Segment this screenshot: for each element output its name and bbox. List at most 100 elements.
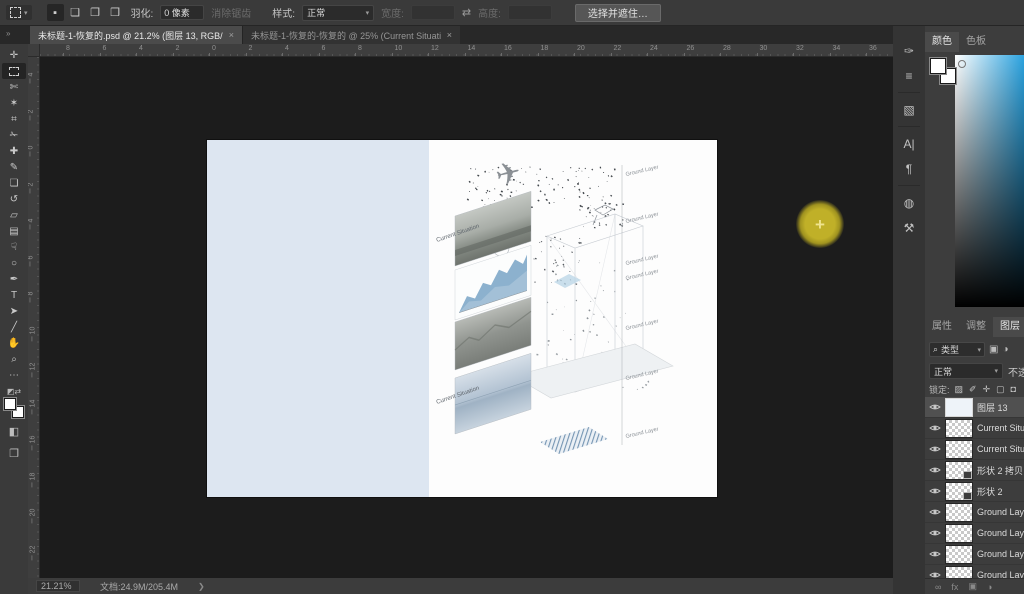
tool-hand[interactable]: ✋ [2,335,26,351]
status-chevron-icon[interactable]: ❯ [198,582,205,591]
layer-row[interactable]: Current Situation [925,439,1024,460]
layer-row[interactable]: Current Situation [925,418,1024,439]
tool-eraser[interactable]: ▱ [2,207,26,223]
lock-icon[interactable]: ◘ [1011,384,1016,395]
zoom-level-field[interactable]: 21.21% [36,580,80,592]
lock-icon[interactable]: ✐ [969,384,977,395]
layer-row[interactable]: 图层 13 [925,397,1024,418]
layer-thumbnail[interactable] [946,567,972,579]
visibility-eye-icon[interactable] [929,403,941,411]
tool-type[interactable]: T [2,287,26,303]
document-canvas[interactable]: ✈ [207,140,717,497]
style-select[interactable]: 正常 ▾ [302,5,374,21]
document-tab[interactable]: 未标题-1-恢复的-恢复的 @ 25% (Current Situation, … [242,26,460,44]
foreground-color-swatch[interactable] [930,58,946,74]
layer-thumbnail[interactable] [946,441,972,458]
tab-layers[interactable]: 图层 [993,317,1024,337]
visibility-eye-icon[interactable] [929,508,941,516]
quick-mask-button[interactable]: ◧ [2,422,26,440]
tool-history-brush[interactable]: ↺ [2,191,26,207]
lock-icon[interactable]: ▨ [955,384,964,395]
visibility-eye-icon[interactable] [929,445,941,453]
layer-thumbnail[interactable] [946,483,972,500]
vertical-ruler[interactable]: 420246810121416182022 [28,57,40,578]
tool-path-selection[interactable]: ➤ [2,303,26,319]
tool-pen[interactable]: ✒ [2,271,26,287]
paragraph-panel-icon[interactable]: ¶ [896,156,922,181]
visibility-eye-icon[interactable] [929,529,941,537]
tool-preset-dropdown[interactable]: ▾ [6,5,32,20]
selection-mode-icon[interactable]: ❏ [67,4,84,21]
document-tab[interactable]: 未标题-1-恢复的.psd @ 21.2% (图层 13, RGB/8) *× [30,26,242,44]
layer-thumbnail[interactable] [946,420,972,437]
tool-edit-toolbar[interactable]: ⋯ [2,367,26,383]
tool-move[interactable]: ✛ [2,47,26,63]
brushes-icon[interactable]: ≡ [896,63,922,88]
visibility-eye-icon[interactable] [929,487,941,495]
visibility-eye-icon[interactable] [929,571,941,578]
filter-pixel-icon[interactable]: ▣ [989,344,998,355]
selection-mode-icon[interactable]: ❐ [87,4,104,21]
screen-mode-button[interactable]: ❐ [2,444,26,462]
lock-icon[interactable]: ▢ [996,384,1005,395]
layer-thumbnail[interactable] [946,462,972,479]
character-panel-icon[interactable]: A| [896,131,922,156]
tool-lasso[interactable]: ✄ [2,79,26,95]
tab-adjustments[interactable]: 调整 [959,317,993,337]
tab-close-icon[interactable]: × [229,30,234,40]
tool-rectangular-marquee[interactable] [2,63,26,79]
foreground-background-swatches[interactable] [4,398,24,418]
tool-spot-healing[interactable]: ✚ [2,143,26,159]
brush-settings-icon[interactable]: ✑ [896,38,922,63]
color-gradient-picker[interactable] [955,55,1024,307]
layer-thumbnail[interactable] [946,504,972,521]
selection-mode-icon[interactable]: ▪ [47,4,64,21]
clone-source-icon[interactable]: ▧ [896,97,922,122]
layer-row[interactable]: Ground Layer [925,502,1024,523]
selection-mode-icon[interactable]: ❒ [107,4,124,21]
swap-colors-icon[interactable]: ◩⇄ [7,387,21,396]
select-and-mask-button[interactable]: 选择并遮住… [575,4,661,22]
feather-input[interactable]: 0 像素 [160,5,204,20]
color-panel-swatches[interactable] [930,58,956,84]
tool-zoom[interactable]: ⌕ [2,351,26,367]
layer-row[interactable]: Ground Layer [925,523,1024,544]
visibility-eye-icon[interactable] [929,424,941,432]
layers-panel-action-icon[interactable]: ∞ [935,582,941,592]
layer-thumbnail[interactable] [946,525,972,542]
tab-swatches[interactable]: 色板 [959,32,993,52]
layer-row[interactable]: 形状 2 [925,481,1024,502]
visibility-eye-icon[interactable] [929,550,941,558]
layer-filter-select[interactable]: ⌕ 类型 ▾ [929,342,985,357]
tool-clone-stamp[interactable]: ❏ [2,175,26,191]
tool-dodge[interactable]: ○ [2,255,26,271]
horizontal-ruler[interactable]: 864202468101214161820222426283032343638 [40,44,893,57]
visibility-eye-icon[interactable] [929,466,941,474]
tool-crop[interactable]: ⌗ [2,111,26,127]
foreground-color-swatch[interactable] [4,398,16,410]
canvas-pasteboard[interactable]: ✈ [40,57,893,578]
layer-row[interactable]: Ground Layer [925,565,1024,578]
layer-row[interactable]: 形状 2 拷贝 [925,460,1024,481]
tool-eyedropper[interactable]: ✁ [2,127,26,143]
layers-panel-action-icon[interactable]: fx [951,582,958,592]
toolbar-collapse-icon[interactable]: » [6,29,10,38]
tool-gradient[interactable]: ▤ [2,223,26,239]
layer-thumbnail[interactable] [946,546,972,563]
layer-row[interactable]: Ground Layer [925,544,1024,565]
tab-close-icon[interactable]: × [447,30,452,40]
tool-brush[interactable]: ✎ [2,159,26,175]
layers-panel-action-icon[interactable]: ◑ [987,582,992,592]
tab-properties[interactable]: 属性 [925,317,959,337]
tool-smudge[interactable]: ☟ [2,239,26,255]
filter-adjustment-icon[interactable]: ◑ [1002,344,1008,355]
layer-thumbnail[interactable] [946,399,972,416]
color-picker-marker[interactable] [958,60,966,68]
blend-mode-select[interactable]: 正常 ▾ [929,363,1003,379]
layers-panel-action-icon[interactable]: ▣ [968,581,977,592]
libraries-panel-icon[interactable]: ⚒ [896,215,922,240]
glyphs-panel-icon[interactable]: ◍ [896,190,922,215]
lock-icon[interactable]: ✛ [983,384,991,395]
tool-line[interactable]: ╱ [2,319,26,335]
tool-quick-selection[interactable]: ✶ [2,95,26,111]
